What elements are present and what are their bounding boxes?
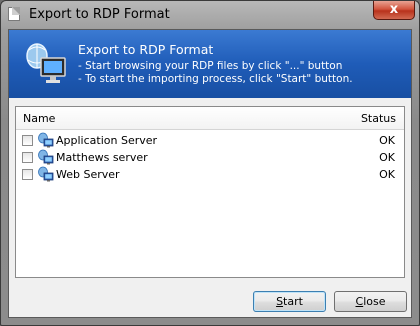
row-checkbox[interactable]: [22, 135, 33, 146]
window-close-button[interactable]: x: [373, 1, 415, 20]
list-item[interactable]: Matthews server OK: [16, 149, 404, 166]
window-title: Export to RDP Format: [29, 7, 170, 22]
title-bar[interactable]: Export to RDP Format x: [1, 1, 419, 29]
list-item[interactable]: Web Server OK: [16, 166, 404, 183]
banner-instruction-1: - Start browsing your RDP files by click…: [78, 60, 343, 72]
row-status: OK: [379, 168, 395, 181]
remote-server-icon: [38, 166, 54, 182]
row-checkbox[interactable]: [22, 169, 33, 180]
row-status: OK: [379, 151, 395, 164]
list-item[interactable]: Application Server OK: [16, 132, 404, 149]
row-name: Matthews server: [56, 151, 148, 164]
row-checkbox[interactable]: [22, 152, 33, 163]
server-list[interactable]: Name Status Application Server OK Matthe…: [15, 106, 405, 278]
rdp-remote-desktop-icon: [26, 43, 66, 83]
start-button-label-rest: tart: [283, 295, 303, 308]
remote-server-icon: [38, 149, 54, 165]
start-button-mnemonic: S: [276, 295, 284, 308]
close-button-label-rest: lose: [363, 295, 386, 308]
column-header-name[interactable]: Name: [23, 112, 55, 125]
export-rdp-dialog: Export to RDP Format x Export to RDP For…: [0, 0, 420, 326]
list-header: Name Status: [16, 107, 404, 130]
row-status: OK: [379, 134, 395, 147]
banner-title: Export to RDP Format: [78, 42, 214, 57]
row-name: Web Server: [56, 168, 120, 181]
column-header-status[interactable]: Status: [361, 112, 396, 125]
dialog-client-area: Export to RDP Format - Start browsing yo…: [8, 29, 412, 318]
start-button[interactable]: Start: [253, 291, 326, 312]
document-icon: [8, 7, 20, 21]
row-name: Application Server: [56, 134, 158, 147]
close-button[interactable]: Close: [334, 291, 407, 312]
remote-server-icon: [38, 132, 54, 148]
banner-instruction-2: - To start the importing process, click …: [78, 73, 353, 85]
header-banner: Export to RDP Format - Start browsing yo…: [9, 30, 411, 98]
